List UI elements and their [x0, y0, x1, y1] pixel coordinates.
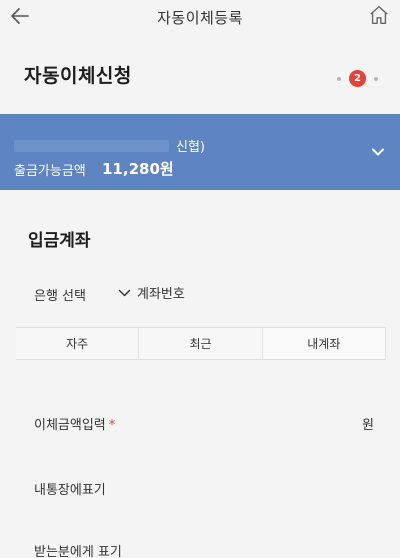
- my-passbook-memo-field[interactable]: 내통장에표기: [34, 479, 106, 498]
- home-icon[interactable]: [368, 4, 390, 26]
- step-indicator: 2: [337, 70, 378, 87]
- current-step-badge: 2: [349, 70, 366, 87]
- account-number-label: 계좌번호: [137, 287, 185, 302]
- transfer-amount-label: 이체금액입력: [34, 418, 106, 433]
- nav-title: 자동이체등록: [157, 8, 243, 27]
- withdraw-account-selector[interactable]: 신협) 출금가능금액 11,280원: [0, 114, 400, 190]
- back-arrow-icon[interactable]: [8, 4, 32, 28]
- tab-my-account[interactable]: 내계좌: [261, 327, 386, 360]
- transfer-amount-input[interactable]: 이체금액입력 * 원: [34, 414, 374, 433]
- masked-account-number: [14, 140, 169, 152]
- bank-select-dropdown[interactable]: 은행 선택: [34, 285, 86, 304]
- step-dot-3: [374, 76, 378, 81]
- deposit-section-title: 입금계좌: [28, 231, 91, 251]
- available-balance-label: 출금가능금액: [14, 164, 86, 179]
- amount-unit: 원: [362, 418, 374, 433]
- chevron-down-icon[interactable]: [370, 144, 386, 160]
- top-nav-bar: 자동이체등록: [0, 0, 400, 34]
- deposit-account-section: 입금계좌 은행 선택 계좌번호 자주 최근 내계좌 이체금액입력 * 원 내통장에…: [0, 190, 400, 558]
- recipient-memo-field[interactable]: 받는분에게 표기: [34, 541, 122, 558]
- tab-frequent[interactable]: 자주: [16, 327, 139, 360]
- tab-recent[interactable]: 최근: [138, 327, 262, 360]
- account-number-selector[interactable]: 계좌번호: [118, 283, 185, 302]
- chevron-down-icon: [118, 289, 131, 296]
- account-shortcut-tabs: 자주 최근 내계좌: [16, 327, 386, 360]
- page-title: 자동이체신청: [24, 64, 132, 87]
- step-dot-1: [337, 76, 341, 81]
- page-header: 자동이체신청 2: [0, 34, 400, 114]
- available-balance-amount: 11,280원: [102, 160, 174, 178]
- required-mark: *: [108, 418, 116, 433]
- withdraw-bank-name: 신협): [176, 140, 205, 155]
